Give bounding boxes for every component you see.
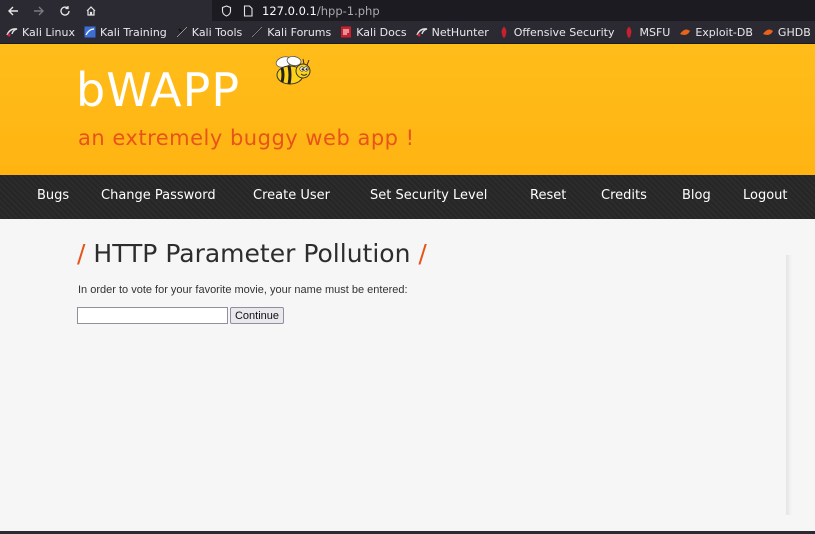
site-logo[interactable]: bWAPP [76,63,240,117]
shield-icon [218,3,234,19]
kali-dragon-icon [6,26,18,38]
menu-item-set-security-level[interactable]: Set Security Level [370,188,487,203]
menu-item-credits[interactable]: Credits [601,188,647,203]
bookmark-label: GHDB [777,25,811,39]
reload-icon [60,5,70,16]
bookmarks-bar: Kali Linux Kali Training Kali Tools Kali Fo… [0,21,815,44]
bookmark-label: Offensive Security [513,25,615,39]
back-button[interactable] [0,0,26,21]
bookmark-exploit-db[interactable]: Exploit-DB [679,26,753,39]
menu-item-change-password[interactable]: Change Password [101,188,216,203]
back-arrow-icon [8,6,18,15]
bookmark-nethunter[interactable]: NetHunter [415,25,489,39]
kali-forums-icon [251,26,263,38]
bookmark-label: NetHunter [431,25,489,39]
menu-item-blog[interactable]: Blog [682,188,711,203]
bookmark-label: Kali Docs [356,25,407,39]
bookmark-label: Exploit-DB [695,25,753,39]
kali-tools-icon [176,26,188,38]
menu-item-logout[interactable]: Logout [743,188,788,203]
home-icon [86,5,96,16]
browser-toolbar: 127.0.0.1/hpp-1.php [0,0,815,21]
forward-button[interactable] [26,0,52,21]
kali-training-icon [84,26,96,38]
site-tagline: an extremely buggy web app ! [78,126,415,150]
page-title: / HTTP Parameter Pollution / [77,239,427,268]
menu-item-bugs[interactable]: Bugs [37,188,69,203]
site-header: bWAPP an extremely buggy web app ! [0,44,815,175]
bookmark-label: MSFU [639,25,671,39]
kali-docs-icon [340,26,352,38]
forward-arrow-icon [34,6,44,15]
bookmark-label: Kali Forums [267,25,332,39]
bookmark-kali-training[interactable]: Kali Training [84,26,167,39]
url-bar[interactable]: 127.0.0.1/hpp-1.php [212,0,815,21]
bookmark-offensive-security[interactable]: Offensive Security [498,25,615,39]
bookmark-kali-tools[interactable]: Kali Tools [176,26,242,39]
bookmark-kali-linux[interactable]: Kali Linux [6,26,75,39]
bookmark-label: Kali Training [100,25,167,39]
main-menu: Bugs Change Password Create User Set Sec… [0,175,815,219]
bookmark-label: Kali Tools [191,25,243,39]
reload-button[interactable] [52,0,78,21]
bookmark-ghdb[interactable]: GHDB [762,26,811,39]
bookmark-kali-forums[interactable]: Kali Forums [251,26,331,39]
bookmark-label: Kali Linux [22,25,76,39]
ghdb-icon [762,26,774,38]
menu-item-reset[interactable]: Reset [530,188,566,203]
bookmark-kali-docs[interactable]: Kali Docs [340,25,407,39]
url-text: 127.0.0.1/hpp-1.php [262,3,380,18]
page-icon [240,3,256,19]
content-shadow [786,255,792,515]
nethunter-icon [415,26,428,38]
msfu-icon [623,26,635,38]
page-title-text: HTTP Parameter Pollution [93,239,411,268]
vote-instructions: In order to vote for your favorite movie… [78,284,408,296]
offsec-icon [498,26,510,38]
name-input[interactable] [77,307,228,324]
bookmark-msfu[interactable]: MSFU [623,26,670,39]
exploit-db-icon [679,26,691,38]
menu-item-create-user[interactable]: Create User [253,188,330,203]
bee-icon [270,56,314,92]
home-button[interactable] [78,0,104,21]
continue-button[interactable]: Continue [230,307,284,324]
